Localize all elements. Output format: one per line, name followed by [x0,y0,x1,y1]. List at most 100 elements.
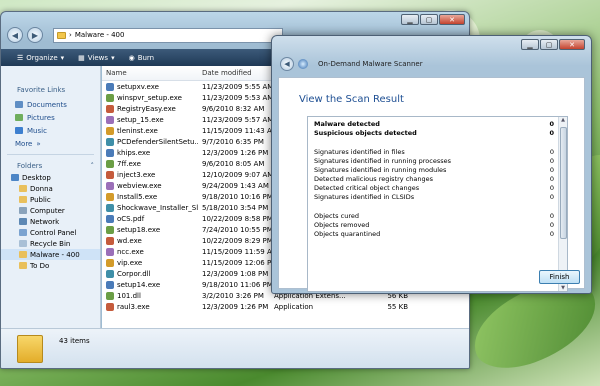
back-arrow-icon: ◀ [11,30,19,40]
file-name: PCDefenderSilentSetu... [117,137,198,146]
scan-result-value: 0 [549,212,554,220]
file-name: webview.exe [117,181,162,190]
file-icon [106,104,114,113]
minimize-button[interactable]: ▁ [401,14,419,25]
tree-item-control-panel[interactable]: Control Panel [1,227,100,238]
sidebar-link-documents[interactable]: Documents [1,98,100,111]
file-name: khips.exe [117,148,151,157]
back-button[interactable]: ◀ [7,27,23,43]
close-button[interactable]: ✕ [439,14,465,25]
file-name: oCS.pdf [117,215,145,224]
maximize-button[interactable]: ▢ [420,14,438,25]
sidebar-divider [7,154,94,155]
file-icon [106,237,114,246]
file-icon [106,115,114,124]
burn-button[interactable]: ◉ Burn [129,54,155,62]
tree-item-donna[interactable]: Donna [1,183,100,194]
scroll-down-icon[interactable]: ▼ [559,285,567,291]
file-icon [106,181,114,190]
tree-item-public[interactable]: Public [1,194,100,205]
organize-button[interactable]: ☰ Organize ▾ [17,54,64,62]
minimize-button[interactable]: ▁ [521,39,539,50]
column-header-name[interactable]: Name [102,69,198,77]
file-name-cell: setupxv.exe [102,82,198,91]
file-date: 12/10/2009 9:07 AM [202,170,274,179]
tree-item-malware-400[interactable]: Malware - 400 [1,249,100,260]
scan-result-row: Signatures identified in running process… [308,157,558,166]
close-button[interactable]: ✕ [559,39,585,50]
scan-result-label: Detected critical object changes [314,184,420,192]
scan-result-value: 0 [549,148,554,156]
tree-item-computer[interactable]: Computer [1,205,100,216]
views-button[interactable]: ▦ Views ▾ [78,54,114,62]
file-icon [106,292,114,301]
chevron-up-icon: ˄ [90,161,95,170]
file-name: tleninst.exe [117,126,158,135]
sidebar-link-pictures[interactable]: Pictures [1,111,100,124]
address-field[interactable]: › Malware - 400 [53,27,283,43]
folder-icon [19,262,27,269]
file-icon [106,259,114,268]
scan-result-row: Malware detected 0 [308,120,558,129]
scan-result-row: Objects removed 0 [308,221,558,230]
file-icon [106,303,114,312]
file-name-cell: wd.exe [102,237,198,246]
file-date: 9/6/2010 8:32 AM [202,104,265,113]
file-icon [106,82,114,91]
scan-result-row: Signatures identified in running modules… [308,166,558,175]
organize-icon: ☰ [17,53,24,62]
forward-arrow-icon: ▶ [31,30,39,40]
scan-result-label: Objects cured [314,212,359,220]
file-name-cell: PCDefenderSilentSetu... [102,137,198,146]
desktop-icon [11,174,19,181]
file-name: Corpor.dll [117,270,151,279]
file-name: wd.exe [117,237,142,246]
finish-button[interactable]: Finish [539,270,580,284]
file-date: 12/3/2009 1:26 PM [202,148,269,157]
back-arrow-icon: ◀ [284,60,290,68]
forward-button[interactable]: ▶ [27,27,43,43]
file-name-cell: winspvr_setup.exe [102,93,198,102]
file-name-cell: raul3.exe [102,303,198,312]
file-icon [106,137,114,146]
scan-result-label: Signatures identified in running modules [314,166,447,174]
tree-item-network[interactable]: Network [1,216,100,227]
scan-result-label: Detected malicious registry changes [314,175,434,183]
sidebar-link-label: Music [27,126,47,135]
file-name: Install5.exe [117,192,158,201]
sidebar-link-music[interactable]: Music [1,124,100,137]
back-button[interactable]: ◀ [280,57,294,71]
tree-item-label: To Do [30,261,50,270]
tree-item-desktop[interactable]: Desktop [1,172,100,183]
scroll-up-icon[interactable]: ▲ [559,117,567,123]
malware-scanner-dialog: ▁ ▢ ✕ ◀ On-Demand Malware Scanner View t… [271,35,592,294]
scan-result-label: Signatures identified in files [314,148,405,156]
results-scrollbar[interactable]: ▲ ▼ [558,117,567,291]
file-date: 10/22/2009 8:29 PM [202,237,273,246]
file-row[interactable]: raul3.exe 12/3/2009 1:26 PM Application 55 … [102,302,469,313]
scan-result-value: 0 [549,166,554,174]
sidebar-more-label: More [15,139,33,148]
file-icon [106,215,114,224]
scan-result-row: Objects cured 0 [308,212,558,221]
scrollbar-thumb[interactable] [560,127,567,239]
tree-item-recycle-bin[interactable]: Recycle Bin [1,238,100,249]
file-icon [106,270,114,279]
file-name-cell: 101.dll [102,292,198,301]
maximize-button[interactable]: ▢ [540,39,558,50]
scan-result-value: 0 [549,193,554,201]
column-header-date-modified[interactable]: Date modified [198,69,272,77]
explorer-window-controls: ▁ ▢ ✕ [401,14,465,25]
scan-result-value: 0 [549,230,554,238]
tree-item-to-do[interactable]: To Do [1,260,100,271]
sidebar-more-link[interactable]: More» [1,137,100,150]
file-icon [106,226,114,235]
scan-result-label: Objects removed [314,221,370,229]
file-icon [106,192,114,201]
scan-result-row: Suspicious objects detected 0 [308,129,558,138]
folders-toggle[interactable]: Folders ˄ [1,159,100,172]
documents-icon [15,101,23,108]
file-name-cell: tleninst.exe [102,126,198,135]
scanner-title: On-Demand Malware Scanner [318,60,423,68]
scan-results-list: Malware detected 0 Suspicious objects dete… [307,116,568,292]
